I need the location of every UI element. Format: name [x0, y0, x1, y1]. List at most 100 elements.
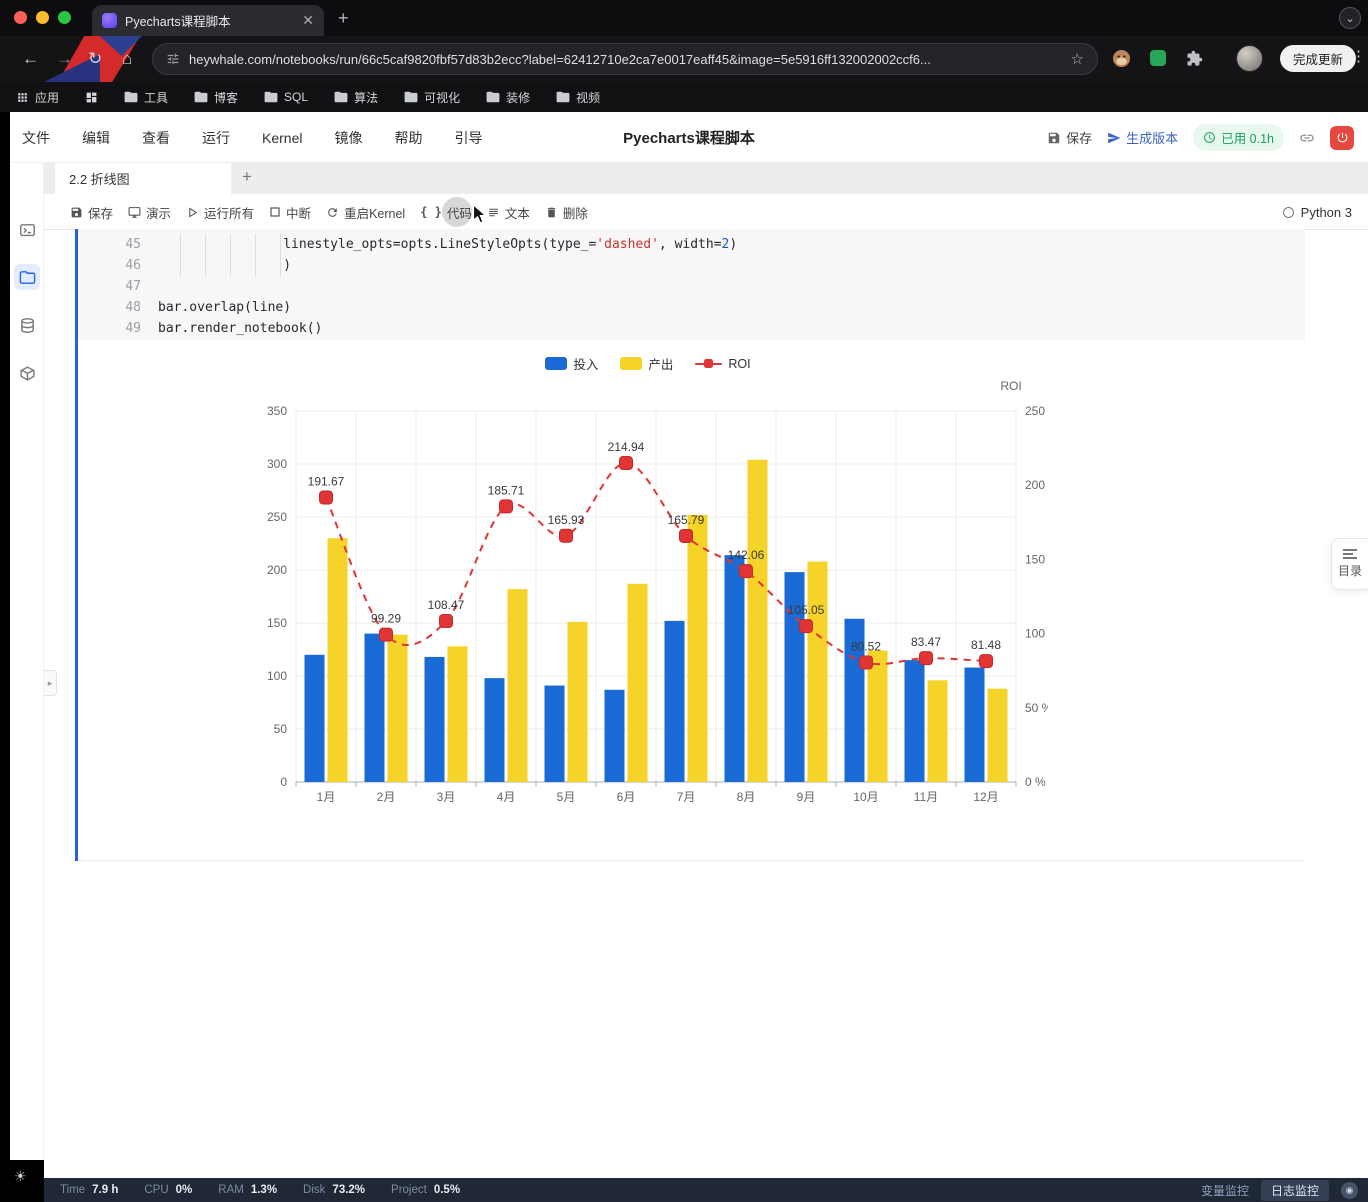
extension-green-icon[interactable] — [1150, 50, 1166, 66]
notebook-tabs-row: 2.2 折线图 + — [44, 163, 1368, 194]
browser-tab[interactable]: Pyecharts课程脚本 ✕ — [92, 5, 324, 36]
code-line-45[interactable]: 45 linestyle_opts=opts.LineStyleOpts(typ… — [78, 234, 1305, 255]
theme-brightness-icon[interactable]: ☀ — [14, 1168, 27, 1185]
bookmark-folder-SQL[interactable]: SQL — [264, 89, 308, 106]
notebook-header: 文件 编辑 查看 运行 Kernel 镜像 帮助 引导 Pyecharts课程脚本 保存 生成… — [10, 112, 1368, 163]
status-bar: Time 7.9 h CPU 0% RAM 1.3% Disk 73.2% Project 0.5… — [0, 1178, 1368, 1202]
menu-item-镜像[interactable]: 镜像 — [334, 128, 362, 148]
reload-button[interactable]: ↻ — [88, 48, 102, 70]
code-line-48[interactable]: 48 bar.overlap(line) — [78, 297, 1305, 318]
menu-item-编辑[interactable]: 编辑 — [82, 128, 110, 148]
svg-text:200: 200 — [267, 563, 287, 577]
menu-item-文件[interactable]: 文件 — [22, 128, 50, 148]
svg-text:83.47: 83.47 — [911, 635, 941, 649]
extension-monkey-icon[interactable] — [1112, 49, 1131, 73]
metric-cpu: CPU 0% — [144, 1184, 193, 1196]
toolbar-text-button[interactable]: 文本 — [487, 203, 530, 222]
panel-expander[interactable]: ▸ — [44, 670, 57, 696]
run-icon — [186, 206, 199, 219]
svg-text:0: 0 — [280, 775, 287, 789]
extensions-puzzle-icon[interactable] — [1186, 50, 1203, 72]
restart-icon — [326, 206, 339, 219]
bookmark-star-icon[interactable]: ☆ — [1071, 50, 1084, 68]
menu-item-运行[interactable]: 运行 — [202, 128, 230, 148]
menu-item-帮助[interactable]: 帮助 — [394, 128, 422, 148]
site-settings-icon[interactable] — [166, 52, 180, 66]
save-button[interactable]: 保存 — [1047, 128, 1092, 147]
indent-guide — [280, 234, 281, 276]
indent-guide — [180, 234, 181, 276]
forward-button[interactable]: → — [56, 48, 73, 70]
files-icon[interactable] — [14, 264, 40, 290]
sessions-icon[interactable] — [14, 217, 40, 243]
toc-list-icon — [1343, 549, 1357, 559]
notebook-tab-active[interactable]: 2.2 折线图 — [55, 163, 231, 194]
apps-grid-icon — [18, 92, 27, 102]
code-cell[interactable]: 45 linestyle_opts=opts.LineStyleOpts(typ… — [78, 229, 1305, 340]
bookmark-folder-工具[interactable]: 工具 — [124, 89, 168, 106]
toolbar-save-button[interactable]: 保存 — [70, 203, 113, 222]
svg-text:10月: 10月 — [853, 790, 878, 804]
menu-item-查看[interactable]: 查看 — [142, 128, 170, 148]
url-text: heywhale.com/notebooks/run/66c5caf9820fb… — [189, 51, 931, 67]
bookmark-folder-可视化[interactable]: 可视化 — [404, 89, 460, 106]
svg-text:80.52: 80.52 — [851, 640, 881, 654]
toolbar-present-button[interactable]: 演示 — [128, 203, 171, 222]
browser-menu-icon[interactable]: ⋮ — [1351, 47, 1366, 65]
window-minimize-button[interactable] — [36, 11, 49, 24]
roi-combo-chart[interactable]: 0 50 100 150 200 250 300 350 0 % 50 % 100 % 150 % 20… — [248, 342, 1048, 817]
window-zoom-button[interactable] — [58, 11, 71, 24]
code-line-49[interactable]: 49 bar.render_notebook() — [78, 318, 1305, 339]
bookmark-folder-装修[interactable]: 装修 — [486, 89, 530, 106]
tab-favicon — [102, 13, 117, 28]
code-line-46[interactable]: 46 ) — [78, 255, 1305, 276]
new-tab-button[interactable]: + — [338, 7, 349, 29]
code-line-47[interactable]: 47 — [78, 276, 1305, 297]
svg-text:ROI: ROI — [1000, 379, 1021, 393]
datasets-icon[interactable] — [14, 312, 40, 338]
send-icon — [1108, 132, 1121, 143]
window-close-button[interactable] — [14, 11, 27, 24]
toolbar-run-button[interactable]: 运行所有 — [186, 203, 254, 222]
bookmark-folder-算法[interactable]: 算法 — [334, 89, 378, 106]
bookmarks-bar: 应用 工具 博客 SQL 算法 可视化 装修 视频 — [0, 82, 1368, 112]
menu-item-引导[interactable]: 引导 — [454, 128, 482, 148]
generate-version-button[interactable]: 生成版本 — [1107, 128, 1178, 147]
kernel-selector[interactable]: Python 3 — [1282, 194, 1352, 230]
svg-text:11月: 11月 — [914, 790, 938, 804]
kernel-status-icon — [1282, 206, 1294, 218]
add-notebook-tab-button[interactable]: + — [242, 167, 252, 187]
log-monitor-button[interactable]: 日志监控 — [1260, 1179, 1329, 1201]
toolbar-delete-button[interactable]: 删除 — [545, 203, 588, 222]
toc-button[interactable]: 目录 — [1331, 538, 1368, 590]
bookmark-folder-视频[interactable]: 视频 — [556, 89, 600, 106]
profile-avatar[interactable] — [1236, 45, 1263, 72]
svg-text:4月: 4月 — [497, 790, 516, 804]
svg-text:50 %: 50 % — [1025, 701, 1048, 715]
bookmark-apps[interactable]: 应用 — [16, 89, 59, 106]
toolbar-restart-button[interactable]: 重启Kernel — [326, 203, 405, 222]
assistant-icon[interactable]: ◉ — [1341, 1181, 1358, 1199]
toolbar-stop-button[interactable]: 中断 — [269, 203, 311, 222]
metric-time: Time 7.9 h — [60, 1184, 119, 1196]
bookmark-folder-博客[interactable]: 博客 — [194, 89, 238, 106]
tab-close-icon[interactable]: ✕ — [302, 12, 314, 29]
address-bar[interactable]: heywhale.com/notebooks/run/66c5caf9820fb… — [152, 43, 1098, 75]
shutdown-button[interactable] — [1330, 125, 1354, 150]
toolbar-code-button[interactable]: { } 代码 — [420, 203, 472, 222]
svg-text:99.29: 99.29 — [371, 612, 401, 626]
bookmark-tiles-icon[interactable] — [85, 91, 98, 104]
browser-update-button[interactable]: 完成更新 — [1280, 45, 1357, 72]
packages-icon[interactable] — [14, 360, 40, 386]
browser-tab-strip: Pyecharts课程脚本 ✕ + ⌄ — [0, 0, 1368, 36]
tab-search-chevron-button[interactable]: ⌄ — [1339, 7, 1361, 29]
svg-text:191.67: 191.67 — [308, 475, 345, 489]
svg-text:100: 100 — [267, 669, 287, 683]
svg-text:8月: 8月 — [737, 790, 756, 804]
home-button[interactable]: ⌂ — [122, 48, 132, 70]
back-button[interactable]: ← — [22, 48, 39, 70]
share-link-icon[interactable] — [1299, 130, 1315, 146]
menu-item-Kernel[interactable]: Kernel — [262, 130, 302, 146]
variable-monitor-button[interactable]: 变量监控 — [1201, 1182, 1249, 1199]
svg-text:6月: 6月 — [617, 790, 636, 804]
